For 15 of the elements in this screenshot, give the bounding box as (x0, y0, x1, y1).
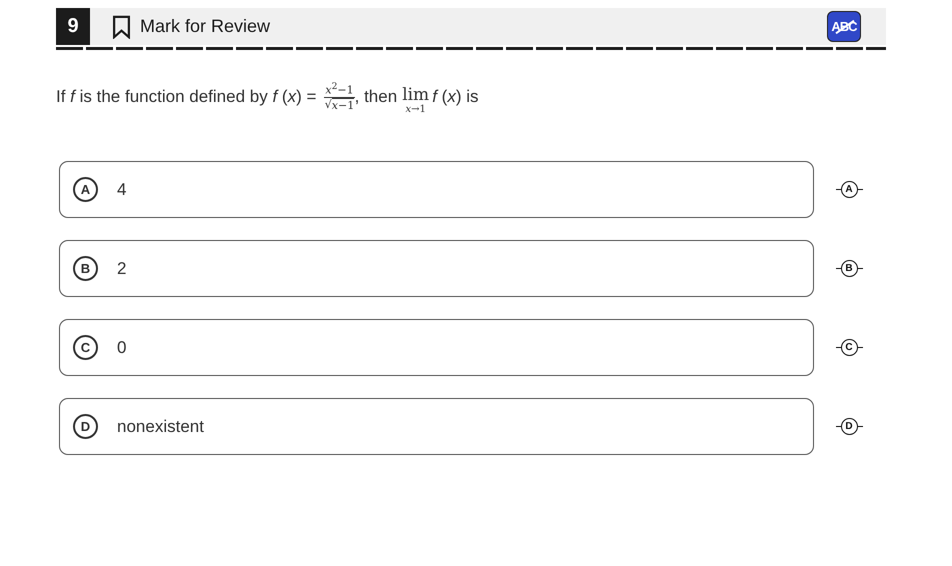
choice-letter: A (73, 177, 98, 202)
choice-letter: C (73, 335, 98, 360)
bookmark-icon (112, 14, 131, 38)
answer-choice[interactable]: B 2 (59, 240, 814, 297)
choice-text: 0 (117, 338, 126, 358)
mark-for-review-button[interactable]: Mark for Review (112, 14, 270, 38)
choice-text: 2 (117, 258, 126, 278)
answer-choice[interactable]: A 4 (59, 161, 814, 218)
answer-choice[interactable]: D nonexistent (59, 398, 814, 455)
choice-text: 4 (117, 180, 126, 200)
choice-text: nonexistent (117, 416, 204, 436)
answer-choice[interactable]: C 0 (59, 319, 814, 376)
choice-letter: B (73, 256, 98, 281)
choice-letter: D (73, 414, 98, 439)
question-number: 9 (56, 8, 90, 45)
